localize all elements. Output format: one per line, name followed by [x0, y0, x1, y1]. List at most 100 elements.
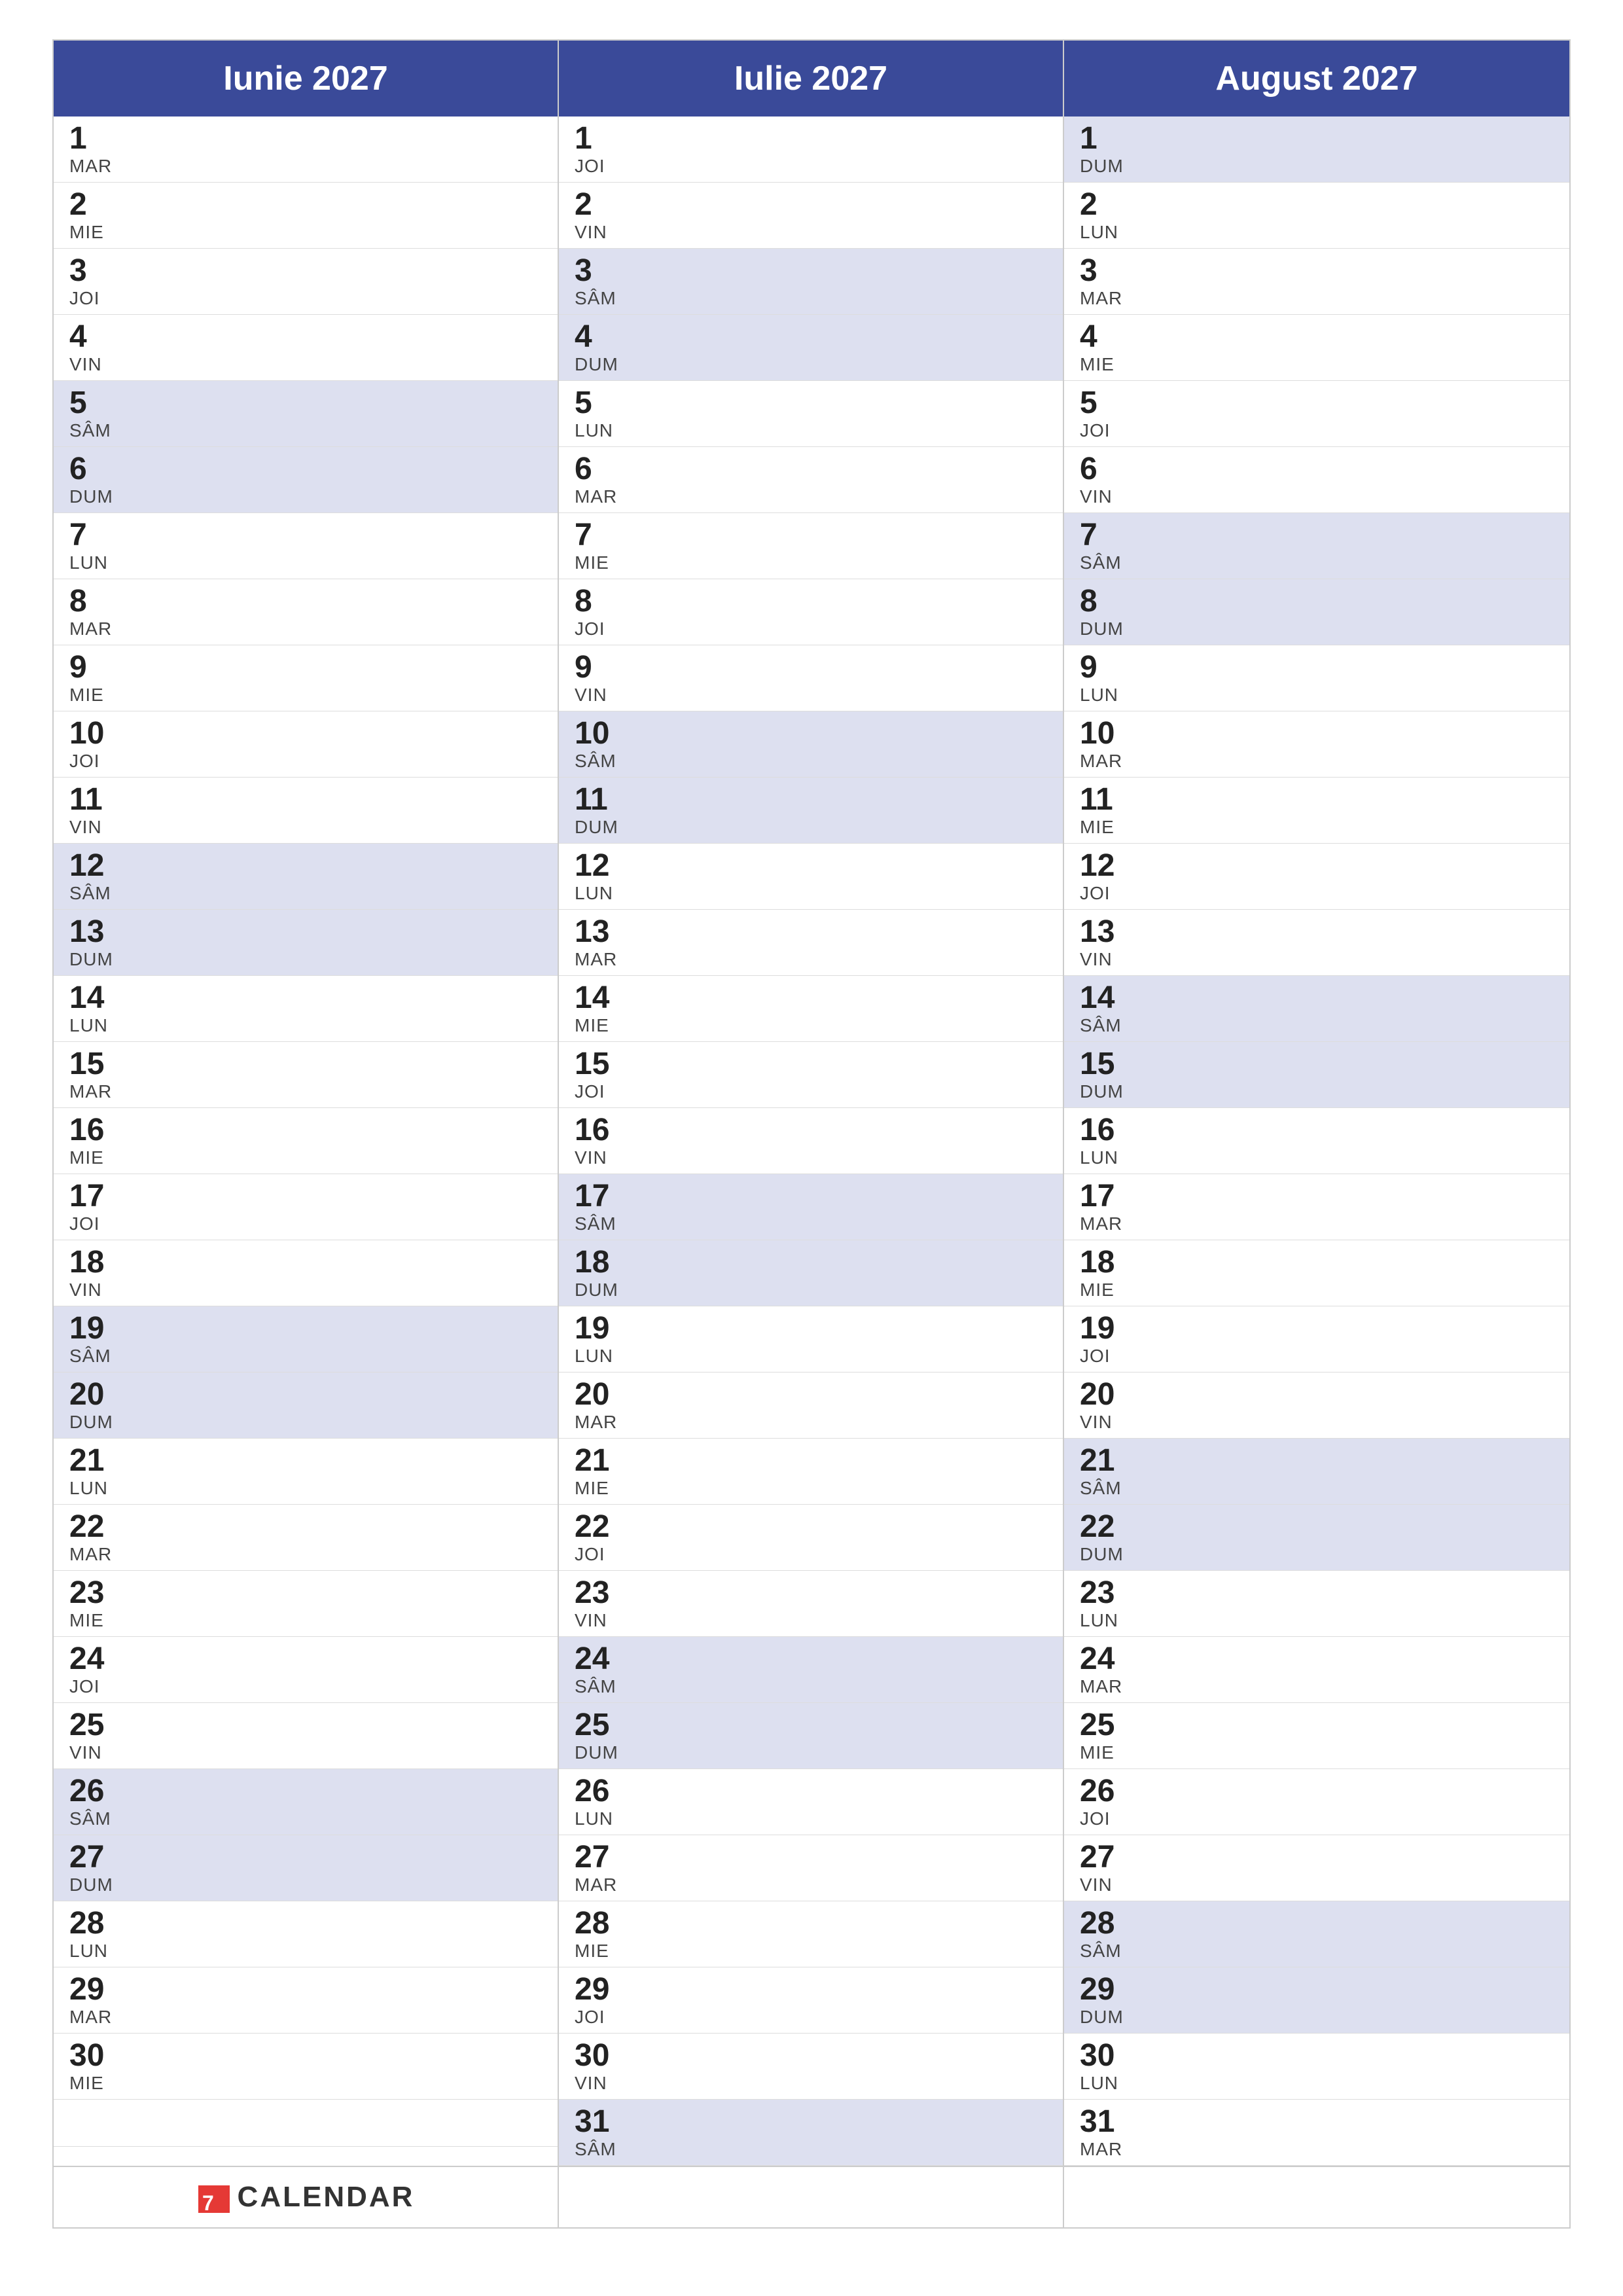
day-row: 19SÂM — [54, 1306, 558, 1372]
calendar-logo-icon: 7 — [197, 2180, 231, 2214]
day-row: 30LUN — [1064, 2034, 1569, 2100]
day-row: 21LUN — [54, 1439, 558, 1505]
day-row: 5JOI — [1064, 381, 1569, 447]
day-number: 20 — [69, 1379, 542, 1410]
day-number: 29 — [69, 1974, 542, 2005]
day-name: MAR — [1080, 1213, 1554, 1234]
day-row: 18VIN — [54, 1240, 558, 1306]
day-number: 19 — [575, 1313, 1047, 1344]
month-col-june: 1MAR2MIE3JOI4VIN5SÂM6DUM7LUN8MAR9MIE10JO… — [54, 117, 559, 2166]
day-name: LUN — [69, 1941, 542, 1962]
day-row: 7LUN — [54, 513, 558, 579]
day-row: 13VIN — [1064, 910, 1569, 976]
day-number: 15 — [575, 1049, 1047, 1080]
day-name: MIE — [1080, 1280, 1554, 1300]
day-name: LUN — [575, 420, 1047, 441]
day-name: SÂM — [575, 2139, 1047, 2160]
footer-empty-july — [559, 2167, 1064, 2227]
day-name: LUN — [69, 1015, 542, 1036]
day-row: 20MAR — [559, 1372, 1063, 1439]
day-number: 4 — [1080, 321, 1554, 353]
day-row: 29MAR — [54, 1967, 558, 2034]
day-row: 14LUN — [54, 976, 558, 1042]
day-row: 26LUN — [559, 1769, 1063, 1835]
day-row: 25MIE — [1064, 1703, 1569, 1769]
day-row: 12LUN — [559, 844, 1063, 910]
day-number: 16 — [575, 1115, 1047, 1146]
day-row: 9MIE — [54, 645, 558, 711]
day-row: 5LUN — [559, 381, 1063, 447]
day-name: LUN — [1080, 1610, 1554, 1631]
day-row: 27MAR — [559, 1835, 1063, 1901]
day-row: 19JOI — [1064, 1306, 1569, 1372]
day-name: DUM — [69, 1874, 542, 1895]
day-name: JOI — [575, 156, 1047, 177]
day-number: 24 — [1080, 1643, 1554, 1675]
day-number: 11 — [575, 784, 1047, 816]
day-row: 4VIN — [54, 315, 558, 381]
day-number: 24 — [69, 1643, 542, 1675]
day-number: 28 — [69, 1908, 542, 1939]
day-number: 30 — [575, 2040, 1047, 2072]
day-row: 11MIE — [1064, 778, 1569, 844]
day-name: MAR — [575, 486, 1047, 507]
day-number: 28 — [1080, 1908, 1554, 1939]
day-row: 13DUM — [54, 910, 558, 976]
day-number: 12 — [1080, 850, 1554, 882]
day-row: 14MIE — [559, 976, 1063, 1042]
day-number: 8 — [1080, 586, 1554, 617]
day-row: 15JOI — [559, 1042, 1063, 1108]
day-number: 7 — [575, 520, 1047, 551]
day-name: VIN — [1080, 949, 1554, 970]
day-name: JOI — [69, 751, 542, 772]
day-name: JOI — [575, 2007, 1047, 2028]
day-name: LUN — [575, 883, 1047, 904]
day-number: 26 — [575, 1776, 1047, 1807]
day-row: 28MIE — [559, 1901, 1063, 1967]
day-name: JOI — [1080, 1808, 1554, 1829]
day-number: 12 — [69, 850, 542, 882]
day-row: 30MIE — [54, 2034, 558, 2100]
day-name: DUM — [575, 354, 1047, 375]
day-number: 10 — [575, 718, 1047, 749]
day-name: DUM — [1080, 156, 1554, 177]
day-number: 10 — [69, 718, 542, 749]
day-name: MIE — [575, 1015, 1047, 1036]
day-number: 23 — [69, 1577, 542, 1609]
day-row: 9VIN — [559, 645, 1063, 711]
day-name: LUN — [1080, 222, 1554, 243]
day-row: 2VIN — [559, 183, 1063, 249]
day-name: VIN — [575, 1610, 1047, 1631]
month-header-august: August 2027 — [1064, 41, 1569, 117]
day-name: LUN — [1080, 2073, 1554, 2094]
day-row: 15DUM — [1064, 1042, 1569, 1108]
empty-row — [54, 2100, 558, 2147]
day-row: 21SÂM — [1064, 1439, 1569, 1505]
day-number: 2 — [1080, 189, 1554, 221]
day-row: 15MAR — [54, 1042, 558, 1108]
day-row: 24MAR — [1064, 1637, 1569, 1703]
day-number: 3 — [1080, 255, 1554, 287]
day-name: SÂM — [575, 1676, 1047, 1697]
day-name: SÂM — [69, 883, 542, 904]
day-name: VIN — [575, 1147, 1047, 1168]
day-name: DUM — [69, 1412, 542, 1433]
day-number: 31 — [575, 2106, 1047, 2138]
day-row: 13MAR — [559, 910, 1063, 976]
day-name: VIN — [69, 354, 542, 375]
calendar-header: Iunie 2027 Iulie 2027 August 2027 — [54, 41, 1569, 117]
day-number: 22 — [575, 1511, 1047, 1543]
day-name: MAR — [69, 1544, 542, 1565]
day-row: 29DUM — [1064, 1967, 1569, 2034]
calendar-body: 1MAR2MIE3JOI4VIN5SÂM6DUM7LUN8MAR9MIE10JO… — [54, 117, 1569, 2166]
day-row: 4DUM — [559, 315, 1063, 381]
month-header-july: Iulie 2027 — [559, 41, 1064, 117]
month-col-july: 1JOI2VIN3SÂM4DUM5LUN6MAR7MIE8JOI9VIN10SÂ… — [559, 117, 1064, 2166]
day-name: SÂM — [1080, 1941, 1554, 1962]
day-number: 8 — [69, 586, 542, 617]
day-name: SÂM — [575, 751, 1047, 772]
day-row: 5SÂM — [54, 381, 558, 447]
day-number: 1 — [575, 123, 1047, 154]
day-name: DUM — [575, 1280, 1047, 1300]
day-number: 13 — [575, 916, 1047, 948]
